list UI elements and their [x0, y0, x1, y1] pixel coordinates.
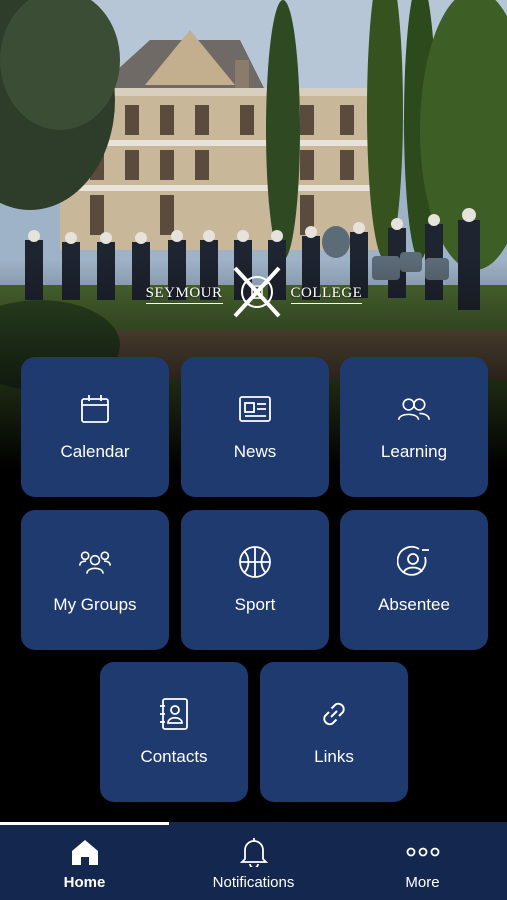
bell-icon — [239, 836, 268, 868]
bottom-navigation: Home Notifications More — [0, 822, 507, 900]
tile-label: Contacts — [140, 747, 208, 766]
user-minus-icon — [397, 545, 431, 579]
home-icon — [70, 836, 100, 868]
calendar-icon — [78, 392, 112, 426]
active-tab-indicator — [0, 822, 169, 825]
nav-notifications-label: Notifications — [212, 873, 295, 891]
tile-label: Learning — [380, 442, 448, 461]
nav-more[interactable]: More — [338, 822, 507, 900]
tile-calendar[interactable]: Calendar — [21, 357, 169, 497]
group-icon — [78, 545, 112, 579]
link-icon — [317, 697, 351, 731]
tile-sport[interactable]: Sport — [181, 510, 329, 650]
tile-label: News — [233, 442, 277, 461]
nav-notifications[interactable]: Notifications — [169, 822, 338, 900]
newspaper-icon — [238, 392, 272, 426]
more-icon — [406, 836, 440, 868]
tile-label: Absentee — [378, 595, 450, 614]
nav-home[interactable]: Home — [0, 822, 169, 900]
tile-news[interactable]: News — [181, 357, 329, 497]
nav-home-label: Home — [63, 873, 106, 891]
brand-right-text: COLLEGE — [290, 285, 363, 304]
crest-icon — [229, 264, 285, 325]
brand-left-text: SEYMOUR — [145, 285, 223, 304]
nav-more-label: More — [405, 873, 440, 891]
tile-my-groups[interactable]: My Groups — [21, 510, 169, 650]
tile-contacts[interactable]: Contacts — [100, 662, 248, 802]
tile-absentee[interactable]: Absentee — [340, 510, 488, 650]
tile-label: Sport — [234, 595, 276, 614]
tile-label: Links — [314, 747, 354, 766]
college-logo: SEYMOUR COLLEGE — [145, 262, 363, 326]
basketball-icon — [238, 545, 272, 579]
tile-learning[interactable]: Learning — [340, 357, 488, 497]
tile-label: My Groups — [53, 595, 137, 614]
tile-links[interactable]: Links — [260, 662, 408, 802]
people-icon — [397, 392, 431, 426]
contact-book-icon — [157, 697, 191, 731]
tile-label: Calendar — [60, 442, 130, 461]
